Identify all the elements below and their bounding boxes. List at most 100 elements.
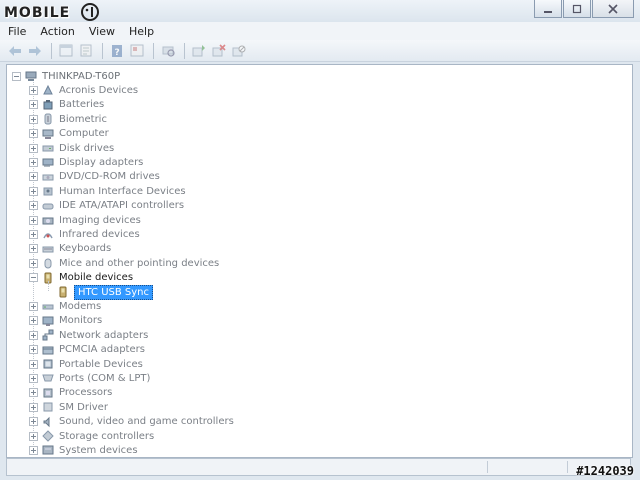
tree-category[interactable]: Infrared devices bbox=[29, 227, 140, 241]
tree-category[interactable]: Portable Devices bbox=[29, 357, 143, 371]
tree-category[interactable]: Batteries bbox=[29, 98, 104, 112]
minimize-button[interactable] bbox=[534, 0, 562, 18]
expand-icon[interactable] bbox=[29, 114, 38, 124]
expand-icon[interactable] bbox=[29, 345, 38, 355]
expand-icon[interactable] bbox=[29, 431, 38, 441]
tree-item-label: Keyboards bbox=[59, 243, 112, 255]
close-button[interactable] bbox=[592, 0, 634, 18]
tree-category[interactable]: Imaging devices bbox=[29, 213, 141, 227]
status-separator bbox=[567, 461, 568, 473]
expand-icon[interactable] bbox=[29, 244, 38, 254]
tree-category[interactable]: Processors bbox=[29, 386, 112, 400]
tree-category[interactable]: Monitors bbox=[29, 314, 102, 328]
tree-item-label: System devices bbox=[59, 444, 138, 456]
expand-icon[interactable] bbox=[29, 85, 38, 95]
expand-icon[interactable] bbox=[29, 129, 38, 139]
expand-icon[interactable] bbox=[29, 143, 38, 153]
expand-icon[interactable] bbox=[29, 186, 38, 196]
tree-category[interactable]: Keyboards bbox=[29, 242, 111, 256]
tree-device-htc-usb-sync[interactable]: HTC USB Sync bbox=[44, 284, 154, 300]
tree-category[interactable]: Modems bbox=[29, 299, 101, 313]
update-driver-button[interactable] bbox=[190, 42, 208, 60]
expand-icon[interactable] bbox=[29, 215, 38, 225]
tree-category[interactable]: Sound, video and game controllers bbox=[29, 415, 234, 429]
tree-category[interactable]: Human Interface Devices bbox=[29, 184, 186, 198]
network-icon bbox=[42, 329, 54, 341]
device-properties-button[interactable] bbox=[128, 42, 146, 60]
uninstall-button[interactable] bbox=[210, 42, 228, 60]
device-manager-window: MOBILE File Action View Help ? THINKPAD-… bbox=[0, 0, 640, 480]
tree-category[interactable]: IDE ATA/ATAPI controllers bbox=[29, 199, 184, 213]
menu-file[interactable]: File bbox=[0, 25, 32, 38]
expand-icon[interactable] bbox=[29, 402, 38, 412]
disable-button[interactable] bbox=[230, 42, 248, 60]
status-bar bbox=[6, 458, 631, 476]
port-icon bbox=[42, 372, 54, 384]
menu-help[interactable]: Help bbox=[121, 25, 160, 38]
tree-category[interactable]: SM Driver bbox=[29, 400, 108, 414]
forward-icon bbox=[29, 45, 41, 56]
expand-icon[interactable] bbox=[29, 172, 38, 182]
window-controls bbox=[534, 0, 634, 18]
tree-category[interactable]: Network adapters bbox=[29, 328, 148, 342]
expand-icon[interactable] bbox=[29, 445, 38, 455]
keyboard-icon bbox=[42, 243, 54, 255]
portable-device-icon bbox=[42, 358, 54, 370]
expand-icon[interactable] bbox=[29, 373, 38, 383]
tree-category[interactable]: Ports (COM & LPT) bbox=[29, 371, 150, 385]
help-icon: ? bbox=[112, 44, 122, 58]
disable-icon bbox=[232, 45, 246, 57]
expand-icon[interactable] bbox=[29, 157, 38, 167]
expand-icon[interactable] bbox=[29, 301, 38, 311]
tree-root[interactable]: THINKPAD-T60P bbox=[12, 69, 120, 83]
title-bar[interactable]: MOBILE bbox=[0, 0, 640, 22]
tree-category[interactable]: Acronis Devices bbox=[29, 83, 138, 97]
tree-category[interactable]: Mice and other pointing devices bbox=[29, 256, 219, 270]
storage-icon bbox=[42, 430, 54, 442]
tree-item-label: Disk drives bbox=[59, 142, 115, 154]
expand-icon[interactable] bbox=[29, 100, 38, 110]
tree-category[interactable]: PCMCIA adapters bbox=[29, 343, 145, 357]
collapse-icon[interactable] bbox=[12, 71, 21, 81]
expand-icon[interactable] bbox=[29, 359, 38, 369]
tree-category[interactable]: System devices bbox=[29, 443, 138, 457]
sound-icon bbox=[42, 416, 54, 428]
device-tree[interactable]: THINKPAD-T60P Acronis Devices Batteries Bio… bbox=[6, 64, 633, 458]
menu-action[interactable]: Action bbox=[32, 25, 80, 38]
watermark-post-id: #1242039 bbox=[576, 464, 634, 478]
expand-icon[interactable] bbox=[29, 417, 38, 427]
menu-view[interactable]: View bbox=[81, 25, 121, 38]
tree-category[interactable]: DVD/CD-ROM drives bbox=[29, 170, 160, 184]
scan-hardware-button[interactable] bbox=[159, 42, 177, 60]
forward-button[interactable] bbox=[26, 42, 44, 60]
tree-category[interactable]: Biometric bbox=[29, 112, 107, 126]
toolbar-separator bbox=[102, 42, 103, 59]
tree-item-label: PCMCIA adapters bbox=[59, 344, 145, 356]
tree-item-label: Human Interface Devices bbox=[59, 185, 186, 197]
back-button[interactable] bbox=[6, 42, 24, 60]
expand-icon[interactable] bbox=[29, 316, 38, 326]
help-button[interactable]: ? bbox=[108, 42, 126, 60]
svg-text:?: ? bbox=[115, 48, 120, 58]
toolbar-separator bbox=[153, 42, 154, 59]
tree-item-label: Sound, video and game controllers bbox=[59, 416, 234, 428]
tree-category[interactable]: Storage controllers bbox=[29, 429, 154, 443]
toolbar-separator bbox=[184, 42, 185, 59]
properties-button[interactable] bbox=[77, 42, 95, 60]
show-hide-console-tree-button[interactable] bbox=[57, 42, 75, 60]
maximize-button[interactable] bbox=[563, 0, 591, 18]
tree-item-label: Network adapters bbox=[59, 329, 149, 341]
expand-icon[interactable] bbox=[29, 201, 38, 211]
expand-icon[interactable] bbox=[29, 229, 38, 239]
tree-category[interactable]: Disk drives bbox=[29, 141, 114, 155]
expand-icon[interactable] bbox=[29, 388, 38, 398]
expand-icon[interactable] bbox=[29, 258, 38, 268]
tree-category[interactable]: Computer bbox=[29, 127, 109, 141]
expand-icon[interactable] bbox=[29, 330, 38, 340]
tree-item-label: HTC USB Sync bbox=[74, 284, 154, 300]
tree-category[interactable]: Display adapters bbox=[29, 155, 143, 169]
display-adapter-icon bbox=[42, 156, 54, 168]
scan-hardware-icon bbox=[162, 46, 175, 57]
collapse-icon[interactable] bbox=[29, 273, 38, 283]
tree-category[interactable]: Mobile devices bbox=[29, 271, 133, 285]
